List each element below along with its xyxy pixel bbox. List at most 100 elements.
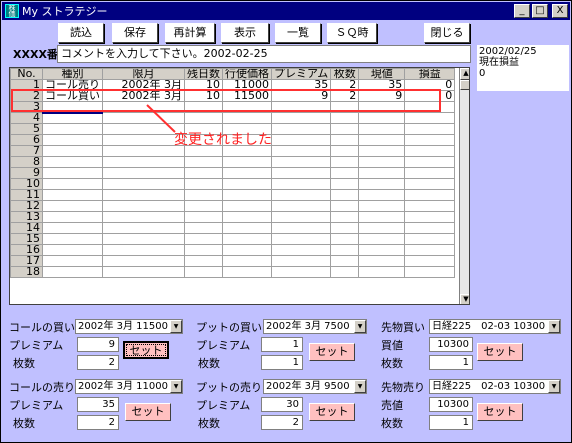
grid-cell[interactable]	[102, 189, 185, 201]
grid-cell[interactable]	[222, 112, 272, 124]
grid-cell[interactable]	[270, 167, 332, 179]
grid-cell[interactable]	[358, 189, 406, 201]
grid-cell[interactable]	[330, 112, 360, 124]
grid-cell[interactable]	[222, 244, 272, 256]
grid-cell[interactable]	[270, 112, 332, 124]
grid-cell[interactable]	[184, 178, 223, 190]
grid-cell[interactable]	[270, 266, 332, 278]
grid-cell[interactable]	[222, 167, 272, 179]
grid-cell[interactable]	[404, 145, 456, 157]
grid-cell[interactable]	[358, 233, 406, 245]
grid-cell[interactable]	[102, 145, 185, 157]
grid-cell[interactable]	[270, 211, 332, 223]
grid-cell[interactable]	[184, 266, 223, 278]
column-header[interactable]: 現値	[358, 68, 406, 80]
column-header[interactable]: 損益	[404, 68, 456, 80]
grid-cell[interactable]	[42, 266, 103, 278]
grid-cell[interactable]	[330, 244, 360, 256]
grid-cell[interactable]	[102, 244, 185, 256]
grid-cell[interactable]	[404, 178, 456, 190]
grid-cell[interactable]	[222, 211, 272, 223]
call-buy-set-button[interactable]: セット	[123, 341, 169, 359]
grid-cell[interactable]	[330, 134, 360, 146]
maximize-button[interactable]: □	[532, 4, 548, 18]
column-header[interactable]: プレミアム	[270, 68, 332, 80]
column-header[interactable]: 限月	[102, 68, 185, 80]
chevron-down-icon[interactable]: ▼	[170, 320, 182, 333]
grid-cell[interactable]	[330, 222, 360, 234]
grid-cell[interactable]	[222, 189, 272, 201]
grid-cell[interactable]	[42, 222, 103, 234]
minimize-button[interactable]: _	[514, 4, 530, 18]
grid-cell[interactable]	[404, 244, 456, 256]
grid-cell[interactable]	[270, 222, 332, 234]
call-buy-qty-input[interactable]: 2	[77, 355, 119, 370]
grid-cell[interactable]	[222, 266, 272, 278]
table-row[interactable]: 13	[10, 211, 456, 223]
grid-cell[interactable]	[270, 156, 332, 168]
grid-cell[interactable]	[358, 112, 406, 124]
table-row[interactable]: 14	[10, 222, 456, 234]
grid-cell[interactable]	[222, 200, 272, 212]
grid-cell[interactable]	[404, 233, 456, 245]
grid-cell[interactable]	[222, 178, 272, 190]
grid-cell[interactable]	[330, 233, 360, 245]
grid-cell[interactable]	[270, 123, 332, 135]
put-buy-select[interactable]: 2002年 3月 7500 ▼	[263, 319, 367, 334]
grid-cell[interactable]	[184, 200, 223, 212]
futures-buy-set-button[interactable]: セット	[477, 343, 523, 361]
chevron-down-icon[interactable]: ▼	[170, 380, 182, 393]
table-row[interactable]: 18	[10, 266, 456, 278]
grid-cell[interactable]	[42, 112, 103, 124]
call-sell-premium-input[interactable]: 35	[77, 397, 119, 412]
futures-buy-price-input[interactable]: 10300	[429, 337, 473, 352]
grid-cell[interactable]	[358, 211, 406, 223]
grid-cell[interactable]	[404, 189, 456, 201]
futures-sell-set-button[interactable]: セット	[477, 403, 523, 421]
recalc-button[interactable]: 再計算	[165, 23, 215, 43]
column-header[interactable]: 残日数	[184, 68, 223, 80]
call-sell-select[interactable]: 2002年 3月 11000 ▼	[75, 379, 183, 394]
grid-cell[interactable]	[184, 156, 223, 168]
futures-sell-qty-input[interactable]: 1	[429, 415, 473, 430]
grid-cell[interactable]	[184, 255, 223, 267]
grid-scrollbar[interactable]: ▲ ▼	[459, 68, 469, 304]
table-row[interactable]: 16	[10, 244, 456, 256]
put-buy-premium-input[interactable]: 1	[261, 337, 303, 352]
grid-cell[interactable]	[358, 156, 406, 168]
grid-cell[interactable]	[330, 123, 360, 135]
grid-cell[interactable]	[102, 156, 185, 168]
call-sell-set-button[interactable]: セット	[125, 403, 171, 421]
save-button[interactable]: 保存	[112, 23, 158, 43]
call-buy-select[interactable]: 2002年 3月 11500 ▼	[75, 319, 183, 334]
grid-cell[interactable]	[102, 222, 185, 234]
grid-cell[interactable]	[102, 233, 185, 245]
grid-cell[interactable]	[358, 255, 406, 267]
grid-cell[interactable]	[102, 255, 185, 267]
put-buy-qty-input[interactable]: 1	[261, 355, 303, 370]
table-row[interactable]: 4	[10, 112, 456, 124]
grid-cell[interactable]	[358, 123, 406, 135]
grid-cell[interactable]	[358, 244, 406, 256]
list-button[interactable]: 一覧	[275, 23, 321, 43]
grid-cell[interactable]	[330, 200, 360, 212]
display-button[interactable]: 表示	[221, 23, 269, 43]
grid-cell[interactable]	[270, 134, 332, 146]
grid-cell[interactable]	[404, 255, 456, 267]
put-sell-select[interactable]: 2002年 3月 9500 ▼	[263, 379, 367, 394]
grid-cell[interactable]	[42, 123, 103, 135]
grid-cell[interactable]	[42, 255, 103, 267]
grid-cell[interactable]	[358, 145, 406, 157]
grid-cell[interactable]	[222, 233, 272, 245]
grid-cell[interactable]	[404, 112, 456, 124]
put-sell-premium-input[interactable]: 30	[261, 397, 303, 412]
table-row[interactable]: 10	[10, 178, 456, 190]
grid-cell[interactable]	[330, 189, 360, 201]
grid-cell[interactable]	[404, 156, 456, 168]
grid-cell[interactable]	[184, 211, 223, 223]
put-sell-qty-input[interactable]: 2	[261, 415, 303, 430]
grid-cell[interactable]	[42, 156, 103, 168]
grid-cell[interactable]	[270, 178, 332, 190]
grid-cell[interactable]	[102, 211, 185, 223]
grid-cell[interactable]	[358, 178, 406, 190]
